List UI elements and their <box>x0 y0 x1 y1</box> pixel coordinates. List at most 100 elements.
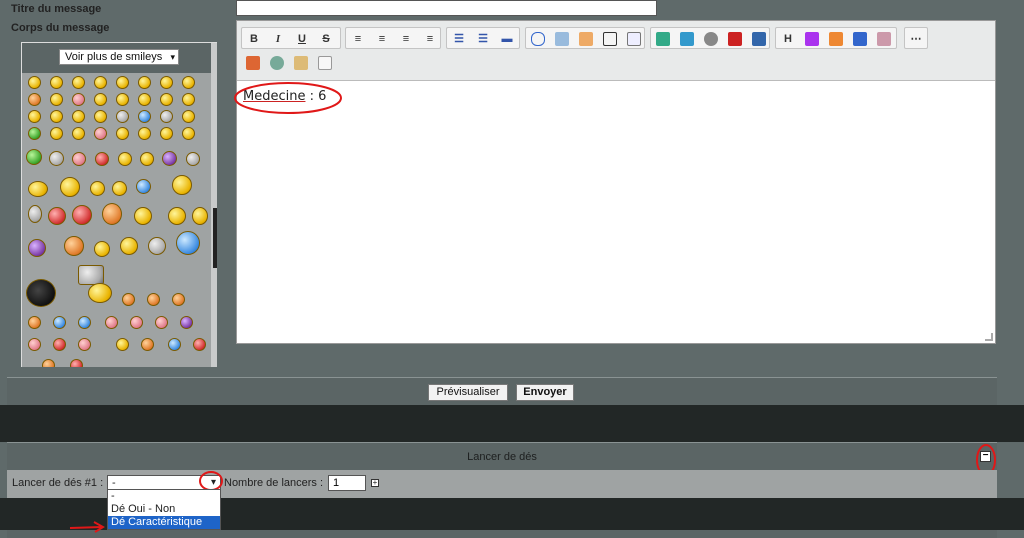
smiley-icon[interactable] <box>140 152 154 166</box>
smiley-icon[interactable] <box>112 181 127 196</box>
smiley-icon[interactable] <box>28 110 41 123</box>
smiley-icon[interactable] <box>26 149 42 165</box>
smiley-icon[interactable] <box>168 207 186 225</box>
smiley-icon[interactable] <box>138 93 151 106</box>
smiley-icon[interactable] <box>116 93 129 106</box>
title-input[interactable] <box>236 0 657 16</box>
smiley-icon[interactable] <box>72 76 85 89</box>
smiley-icon[interactable] <box>28 205 42 223</box>
youtube-icon[interactable] <box>728 32 742 46</box>
heading-button[interactable]: H <box>780 31 796 47</box>
smiley-icon[interactable] <box>168 338 181 351</box>
bold-button[interactable]: B <box>246 31 262 47</box>
smiley-icon[interactable] <box>94 93 107 106</box>
smiley-icon[interactable] <box>26 279 56 307</box>
smiley-icon[interactable] <box>160 93 173 106</box>
font-color-icon[interactable] <box>805 32 819 46</box>
dice-option[interactable]: Dé Oui - Non <box>108 503 220 516</box>
more-smileys-select[interactable]: Voir plus de smileys ▾ <box>59 49 179 65</box>
smiley-icon[interactable] <box>138 127 151 140</box>
smiley-icon[interactable] <box>50 93 63 106</box>
smiley-icon[interactable] <box>116 127 129 140</box>
smiley-icon[interactable] <box>72 93 85 106</box>
smiley-icon[interactable] <box>186 152 200 166</box>
smiley-icon[interactable] <box>182 76 195 89</box>
document-icon[interactable] <box>318 56 332 70</box>
smiley-icon[interactable] <box>28 181 48 197</box>
scroll-thumb[interactable] <box>213 208 217 268</box>
smiley-icon[interactable] <box>28 127 41 140</box>
upload-icon[interactable] <box>752 32 766 46</box>
smiley-icon[interactable] <box>78 338 91 351</box>
smiley-icon[interactable] <box>88 283 112 303</box>
align-right-icon[interactable]: ≡ <box>398 31 414 47</box>
smiley-icon[interactable] <box>72 127 85 140</box>
preview-button[interactable]: Prévisualiser <box>428 384 508 401</box>
dice-option[interactable]: - <box>108 490 220 503</box>
smiley-icon[interactable] <box>72 205 92 225</box>
smiley-icon[interactable] <box>95 152 109 166</box>
smiley-icon[interactable] <box>48 207 66 225</box>
paste-icon[interactable] <box>294 56 308 70</box>
smiley-icon[interactable] <box>147 293 160 306</box>
smiley-icon[interactable] <box>42 359 55 367</box>
gallery-icon[interactable] <box>656 32 670 46</box>
underline-button[interactable]: U <box>294 31 310 47</box>
smiley-icon[interactable] <box>136 179 151 194</box>
quote-icon[interactable] <box>531 32 545 46</box>
smiley-icon[interactable] <box>155 316 168 329</box>
strike-button[interactable]: S <box>318 31 334 47</box>
note-icon[interactable] <box>579 32 593 46</box>
smiley-icon[interactable] <box>193 338 206 351</box>
smiley-icon[interactable] <box>182 110 195 123</box>
smiley-icon[interactable] <box>176 231 200 255</box>
smiley-icon[interactable] <box>72 152 86 166</box>
smiley-icon[interactable] <box>53 316 66 329</box>
smiley-icon[interactable] <box>180 316 193 329</box>
smiley-icon[interactable] <box>160 127 173 140</box>
smiley-icon[interactable] <box>160 110 173 123</box>
smiley-icon[interactable] <box>182 93 195 106</box>
send-button[interactable]: Envoyer <box>516 384 574 401</box>
smiley-icon[interactable] <box>94 127 107 140</box>
italic-button[interactable]: I <box>270 31 286 47</box>
link-icon[interactable] <box>704 32 718 46</box>
smiley-icon[interactable] <box>182 127 195 140</box>
smiley-icon[interactable] <box>50 76 63 89</box>
smiley-icon[interactable] <box>141 338 154 351</box>
smiley-icon[interactable] <box>70 359 83 367</box>
smiley-icon[interactable] <box>94 241 110 257</box>
smiley-icon[interactable] <box>118 152 132 166</box>
smiley-icon[interactable] <box>60 177 80 197</box>
smiley-icon[interactable] <box>148 237 166 255</box>
smiley-icon[interactable] <box>28 93 41 106</box>
smiley-icon[interactable] <box>50 110 63 123</box>
font-icon[interactable] <box>853 32 867 46</box>
smiley-icon[interactable] <box>172 293 185 306</box>
smiley-icon[interactable] <box>94 110 107 123</box>
smiley-icon[interactable] <box>116 110 129 123</box>
smiley-icon[interactable] <box>162 151 177 166</box>
smiley-icon[interactable] <box>64 236 84 256</box>
smiley-icon[interactable] <box>160 76 173 89</box>
dice-option-selected[interactable]: Dé Caractéristique <box>108 516 220 529</box>
message-editor[interactable]: B I U S ≡ ≡ ≡ ≡ ☰ ☰ ▬ H ⋯ Medecine: 6 <box>236 20 996 344</box>
smiley-icon[interactable] <box>28 239 46 257</box>
add-dice-button[interactable]: + <box>371 479 379 487</box>
smiley-icon[interactable] <box>192 207 208 225</box>
clear-format-icon[interactable] <box>877 32 891 46</box>
smiley-icon[interactable] <box>120 237 138 255</box>
smiley-icon[interactable] <box>72 110 85 123</box>
smiley-icon[interactable] <box>172 175 192 195</box>
smiley-icon[interactable] <box>49 151 64 166</box>
smiley-icon[interactable] <box>78 265 104 285</box>
smiley-icon[interactable] <box>116 338 129 351</box>
add-icon[interactable] <box>270 56 284 70</box>
smiley-icon[interactable] <box>134 207 152 225</box>
smiley-icon[interactable] <box>50 127 63 140</box>
smiley-icon[interactable] <box>90 181 105 196</box>
align-center-icon[interactable]: ≡ <box>374 31 390 47</box>
smiley-icon[interactable] <box>28 338 41 351</box>
smiley-icon[interactable] <box>94 76 107 89</box>
smiley-scrollbar[interactable] <box>211 43 217 367</box>
